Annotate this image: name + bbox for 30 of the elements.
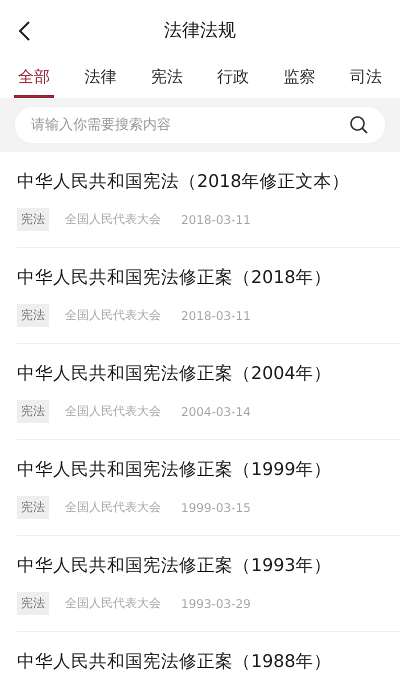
issuer-text: 全国人民代表大会 [65, 403, 161, 420]
date-text: 1999-03-15 [181, 500, 251, 514]
category-tag: 宪法 [17, 496, 49, 519]
category-tag: 宪法 [17, 208, 49, 231]
date-text: 2004-03-14 [181, 404, 251, 418]
category-tab[interactable]: 行政 [213, 60, 254, 98]
category-tab[interactable]: 监察 [280, 60, 320, 98]
search-field[interactable]: 请输入你需要搜索内容 [15, 107, 385, 143]
date-text: 1993-03-29 [181, 596, 251, 610]
law-title[interactable]: 中华人民共和国宪法修正案（2004年） [17, 361, 400, 385]
law-title[interactable]: 中华人民共和国宪法修正案（1993年） [17, 553, 400, 577]
issuer-text: 全国人民代表大会 [65, 595, 161, 612]
category-tag: 宪法 [17, 592, 49, 615]
page-title: 法律法规 [164, 19, 236, 42]
back-icon[interactable] [17, 20, 31, 42]
category-tag: 宪法 [17, 400, 49, 423]
category-tab[interactable]: 司法 [346, 60, 386, 98]
law-title[interactable]: 中华人民共和国宪法修正案（1999年） [17, 457, 400, 481]
category-tab[interactable]: 法律 [80, 60, 120, 98]
issuer-text: 全国人民代表大会 [65, 307, 161, 324]
law-title[interactable]: 中华人民共和国宪法（2018年修正文本） [17, 169, 400, 193]
search-icon[interactable] [349, 115, 369, 135]
category-tag: 宪法 [17, 304, 49, 327]
issuer-text: 全国人民代表大会 [65, 211, 161, 228]
law-title[interactable]: 中华人民共和国宪法修正案（1988年） [17, 649, 400, 673]
law-title[interactable]: 中华人民共和国宪法修正案（2018年） [17, 265, 400, 289]
category-tab[interactable]: 宪法 [146, 60, 187, 98]
date-text: 2018-03-11 [181, 212, 251, 226]
issuer-text: 全国人民代表大会 [65, 499, 161, 516]
date-text: 2018-03-11 [181, 308, 251, 322]
